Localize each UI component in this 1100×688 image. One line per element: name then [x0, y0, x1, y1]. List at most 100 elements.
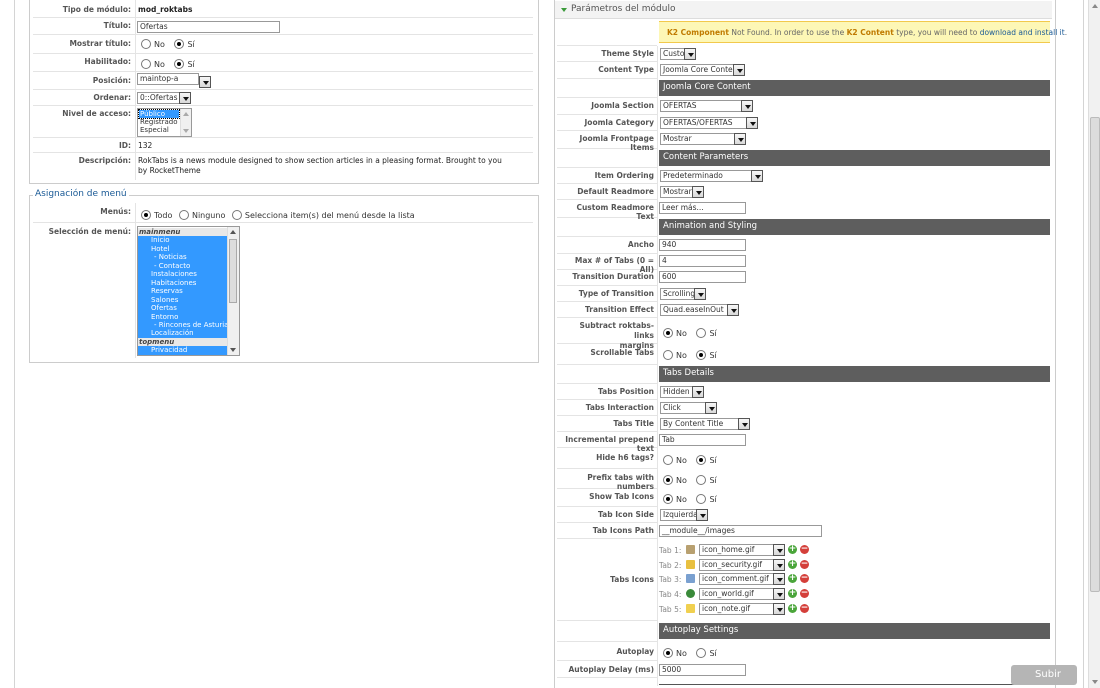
joomla-category-select[interactable]: OFERTAS/OFERTAS: [660, 117, 758, 129]
show-title-no-radio[interactable]: [141, 39, 151, 49]
tab-icon-select[interactable]: icon_note.gif: [699, 602, 785, 615]
scroll-down-arrow[interactable]: [1092, 680, 1098, 684]
ancho-input[interactable]: 940: [659, 239, 746, 251]
tab-icon-label: Tab 4:: [659, 590, 682, 600]
menu-list-item[interactable]: Localización: [138, 329, 227, 338]
remove-icon[interactable]: −: [800, 559, 809, 569]
remove-icon[interactable]: −: [800, 545, 809, 554]
show-tab-icons-radios: No Sí: [663, 494, 724, 504]
position-input[interactable]: maintop-a: [137, 73, 199, 85]
add-icon[interactable]: +: [788, 589, 797, 599]
tabs-position-select[interactable]: Hidden: [660, 386, 704, 398]
remove-icon[interactable]: −: [800, 589, 809, 599]
enabled-si-radio[interactable]: [174, 59, 185, 69]
prefix-no-radio[interactable]: [663, 475, 673, 485]
tab-icon-select[interactable]: icon_comment.gif: [699, 573, 785, 586]
menu-scrollbar-thumb[interactable]: [229, 239, 237, 303]
menu-list-item[interactable]: Habitaciones: [138, 278, 227, 288]
menus-radios: Todo Ninguno Selecciona item(s) del menú…: [141, 210, 422, 220]
menu-list-item[interactable]: - Noticias: [138, 253, 227, 262]
menu-group-header[interactable]: topmenu: [138, 337, 227, 347]
menu-list-item[interactable]: Salones: [138, 295, 227, 305]
default-readmore-select[interactable]: Mostrar: [660, 186, 704, 198]
chevron-down-icon: [684, 48, 696, 60]
item-ordering-select[interactable]: Predeterminado: [660, 170, 763, 182]
access-level-list[interactable]: Público Registrado Especial: [137, 108, 192, 137]
position-select[interactable]: [199, 76, 211, 88]
subtract-no-radio[interactable]: [663, 328, 673, 338]
show-icons-no-radio[interactable]: [663, 494, 673, 504]
max-tabs-input[interactable]: 4: [659, 255, 746, 267]
tabs-title-select[interactable]: By Content Title: [660, 418, 750, 430]
custom-readmore-label: Custom Readmore Text: [576, 203, 654, 221]
remove-icon[interactable]: −: [800, 574, 809, 584]
scroll-up-arrow[interactable]: [1092, 4, 1098, 8]
title-input[interactable]: Ofertas: [137, 21, 280, 33]
menu-list-item[interactable]: Ofertas: [138, 304, 227, 313]
menu-scrollbar[interactable]: [227, 227, 239, 355]
autoplay-delay-input[interactable]: 5000: [659, 664, 746, 676]
show-icons-si-radio[interactable]: [696, 494, 707, 504]
remove-icon[interactable]: −: [800, 603, 809, 613]
chevron-down-icon: [746, 117, 758, 129]
add-icon[interactable]: +: [788, 545, 797, 554]
page-scrollbar[interactable]: [1088, 0, 1100, 688]
menu-list-item[interactable]: Entorno: [138, 312, 227, 321]
add-icon[interactable]: +: [788, 559, 797, 569]
tab-icon-select[interactable]: icon_security.gif: [699, 558, 785, 571]
menu-list-item[interactable]: Instalaciones: [138, 270, 227, 279]
tab-icons-path-input[interactable]: __module__/images: [659, 525, 822, 537]
frontpage-items-select[interactable]: Mostrar: [660, 133, 746, 145]
subtract-margins-radios: No Sí: [663, 328, 724, 338]
joomla-section-select[interactable]: OFERTAS: [660, 100, 753, 112]
menu-group-header[interactable]: mainmenu: [138, 228, 227, 237]
menu-list-item[interactable]: Hotel: [138, 244, 227, 254]
menu-list-item[interactable]: Inicio: [138, 236, 227, 245]
content-type-select[interactable]: Joomla Core Content: [660, 64, 745, 76]
transition-type-select[interactable]: Scrolling: [660, 288, 706, 300]
transition-duration-input[interactable]: 600: [659, 271, 746, 283]
menu-selection-list[interactable]: mainmenu Inicio Hotel - Noticias - Contacto I…: [137, 226, 240, 356]
tab-icon-select[interactable]: icon_home.gif: [699, 544, 785, 556]
prefix-si-radio[interactable]: [696, 475, 707, 485]
hide-h6-si-radio[interactable]: [696, 455, 707, 465]
tab-icon-side-select[interactable]: Izquierda: [660, 509, 708, 521]
menus-ninguno-radio[interactable]: [178, 210, 189, 220]
scrollable-si-radio[interactable]: [696, 350, 707, 360]
chevron-down-icon: [179, 92, 191, 104]
chevron-down-icon: [773, 602, 785, 615]
hide-h6-no-radio[interactable]: [663, 455, 673, 465]
enabled-no-radio[interactable]: [141, 59, 151, 69]
tab-icon-select[interactable]: icon_world.gif: [699, 588, 785, 601]
subir-button[interactable]: Subir: [1011, 665, 1077, 685]
download-install-link[interactable]: download and install it: [980, 28, 1065, 37]
menus-todo-radio[interactable]: [141, 210, 151, 220]
params-header[interactable]: Parámetros del módulo: [555, 1, 1052, 19]
menu-list-item[interactable]: Reservas: [138, 287, 227, 296]
add-icon[interactable]: +: [788, 603, 797, 613]
tabs-title-label: Tabs Title: [613, 419, 654, 428]
menu-list-item[interactable]: Privacidad: [138, 346, 227, 355]
add-icon[interactable]: +: [788, 574, 797, 584]
module-type-label: Tipo de módulo:: [62, 5, 131, 14]
order-select[interactable]: 0::Ofertas: [137, 92, 191, 104]
access-option-publico[interactable]: Público: [138, 109, 180, 119]
subtract-si-radio[interactable]: [696, 328, 707, 338]
tab-icon-label: Tab 3:: [659, 575, 682, 585]
menu-list-item[interactable]: - Rincones de Asturias: [138, 320, 232, 330]
custom-readmore-input[interactable]: Leer más...: [659, 202, 746, 214]
prepend-text-input[interactable]: Tab: [659, 434, 746, 446]
theme-style-select[interactable]: Custom: [660, 48, 696, 60]
scrollable-no-radio[interactable]: [663, 350, 673, 360]
transition-effect-select[interactable]: Quad.easeInOut: [660, 304, 739, 316]
access-scrollbar[interactable]: [180, 109, 191, 136]
show-title-si-radio[interactable]: [174, 39, 185, 49]
module-type-value: mod_roktabs: [138, 5, 193, 14]
autoplay-no-radio[interactable]: [663, 648, 673, 658]
menus-select-radio[interactable]: [231, 210, 242, 220]
autoplay-si-radio[interactable]: [696, 648, 707, 658]
tabs-interaction-select[interactable]: Click: [660, 402, 717, 414]
menu-list-item[interactable]: - Contacto: [138, 261, 227, 271]
transition-type-label: Type of Transition: [578, 289, 654, 298]
page-scrollbar-thumb[interactable]: [1090, 117, 1100, 592]
